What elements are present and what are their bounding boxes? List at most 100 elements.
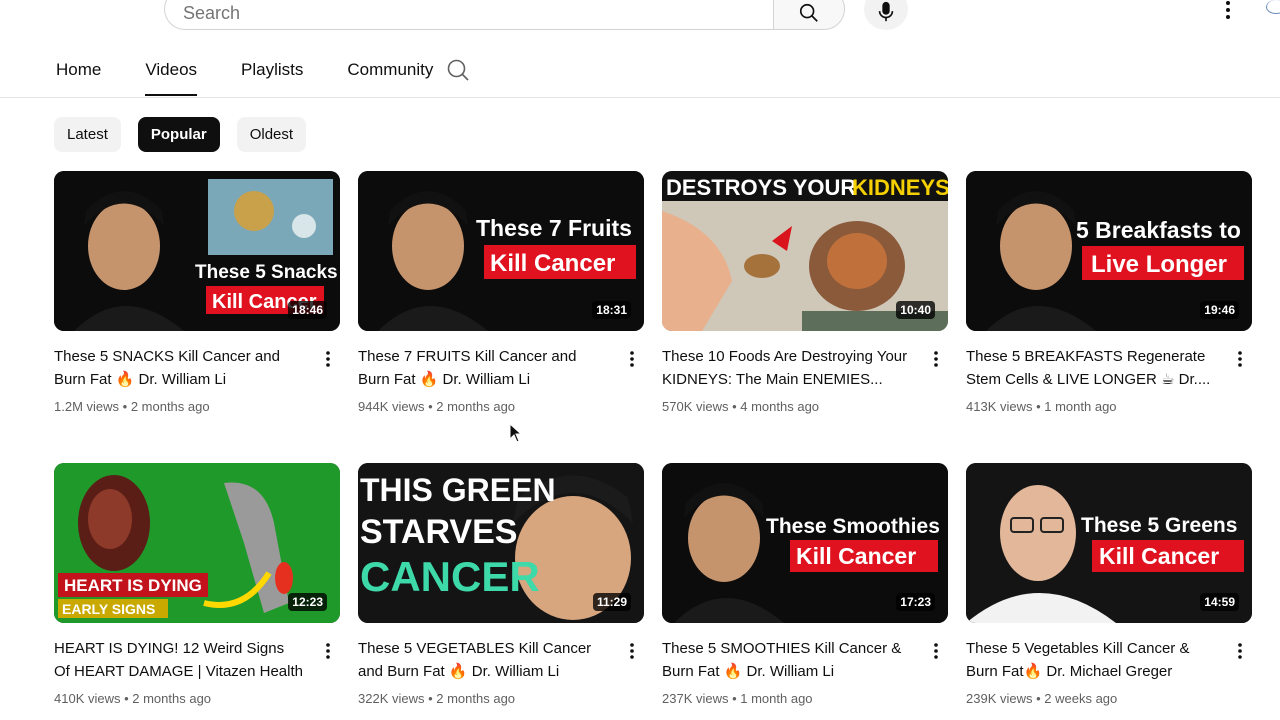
tab-playlists[interactable]: Playlists [241,58,303,82]
sort-chips: Latest Popular Oldest [54,117,323,152]
upload-age: 1 month ago [1044,399,1117,414]
vertical-dots-icon [934,643,938,659]
video-card[interactable]: These 5 Snacks Kill Cancer 18:46 These 5… [54,171,340,414]
thumbnail-text: HEART IS DYING [64,576,202,595]
view-count: 410K views [54,691,121,706]
channel-search-button[interactable] [446,58,470,87]
video-duration: 19:46 [1200,301,1239,319]
tabs-divider [0,97,1280,98]
upload-age: 1 month ago [740,691,813,706]
search-placeholder: Search [183,2,241,23]
tab-videos[interactable]: Videos [145,58,197,96]
video-menu-button[interactable] [318,641,338,661]
video-title[interactable]: These 5 SMOOTHIES Kill Cancer & Burn Fat… [662,637,912,683]
video-card[interactable]: THIS GREEN STARVES CANCER 11:29 These 5 … [358,463,644,706]
video-duration: 14:59 [1200,593,1239,611]
video-duration: 12:23 [288,593,327,611]
video-meta: 1.2M views • 2 months ago [54,399,210,414]
video-duration: 18:46 [288,301,327,319]
view-count: 413K views [966,399,1033,414]
thumbnail-text: Kill Cancer [490,250,615,277]
video-menu-button[interactable] [926,641,946,661]
thumbnail-text: EARLY SIGNS [62,601,155,617]
video-title[interactable]: These 5 BREAKFASTS Regenerate Stem Cells… [966,345,1216,391]
microphone-icon [878,1,894,22]
vertical-dots-icon [326,351,330,367]
tab-home[interactable]: Home [56,58,101,82]
video-meta: 413K views • 1 month ago [966,399,1117,414]
thumbnail-text: DESTROYS YOUR [666,175,856,200]
video-card[interactable]: HEART IS DYING EARLY SIGNS 12:23 HEART I… [54,463,340,706]
video-thumbnail[interactable]: DESTROYS YOUR KIDNEYS 10:40 [662,171,948,331]
view-count: 570K views [662,399,729,414]
search-icon [799,3,818,22]
vertical-dots-icon [326,643,330,659]
thumbnail-text: These 5 Snacks [195,262,338,283]
video-menu-button[interactable] [926,349,946,369]
video-thumbnail[interactable]: These 5 Snacks Kill Cancer 18:46 [54,171,340,331]
video-thumbnail[interactable]: HEART IS DYING EARLY SIGNS 12:23 [54,463,340,623]
thumbnail-text: These Smoothies [766,515,940,538]
chip-latest[interactable]: Latest [54,117,121,152]
video-menu-button[interactable] [1230,641,1250,661]
thumbnail-text: CANCER [360,553,540,600]
video-menu-button[interactable] [1230,349,1250,369]
video-duration: 18:31 [592,301,631,319]
vertical-dots-icon [934,351,938,367]
video-title[interactable]: HEART IS DYING! 12 Weird Signs Of HEART … [54,637,304,683]
video-card[interactable]: 5 Breakfasts to Live Longer 19:46 These … [966,171,1252,414]
video-meta: 322K views • 2 months ago [358,691,516,706]
channel-tabs: Home Videos Playlists Community [56,58,477,96]
video-thumbnail[interactable]: These Smoothies Kill Cancer 17:23 [662,463,948,623]
video-meta: 237K views • 1 month ago [662,691,813,706]
thumbnail-text: Kill Cancer [796,543,916,569]
video-title[interactable]: These 10 Foods Are Destroying Your KIDNE… [662,345,912,391]
video-menu-button[interactable] [318,349,338,369]
view-count: 239K views [966,691,1033,706]
thumbnail-text: 5 Breakfasts to [1076,217,1241,243]
video-thumbnail[interactable]: THIS GREEN STARVES CANCER 11:29 [358,463,644,623]
video-meta: 239K views • 2 weeks ago [966,691,1118,706]
search-input[interactable]: Search [164,0,774,30]
thumbnail-text: THIS GREEN [360,472,556,508]
video-card[interactable]: These 5 Greens Kill Cancer 14:59 These 5… [966,463,1252,706]
view-count: 1.2M views [54,399,120,414]
view-count: 322K views [358,691,425,706]
tab-community[interactable]: Community [347,58,433,82]
video-thumbnail[interactable]: 5 Breakfasts to Live Longer 19:46 [966,171,1252,331]
upload-age: 2 months ago [436,399,516,414]
video-title[interactable]: These 5 SNACKS Kill Cancer and Burn Fat … [54,345,304,391]
video-menu-button[interactable] [622,349,642,369]
video-meta: 410K views • 2 months ago [54,691,212,706]
video-card[interactable]: These Smoothies Kill Cancer 17:23 These … [662,463,948,706]
thumbnail-text: Kill Cancer [1099,543,1219,569]
voice-search-button[interactable] [864,0,908,30]
video-card[interactable]: DESTROYS YOUR KIDNEYS 10:40 These 10 Foo… [662,171,948,414]
vertical-dots-icon [1226,1,1230,19]
video-meta: 570K views • 4 months ago [662,399,820,414]
vertical-dots-icon [630,643,634,659]
view-count: 944K views [358,399,425,414]
chip-oldest[interactable]: Oldest [236,117,307,152]
settings-more-button[interactable] [1216,0,1240,20]
video-title[interactable]: These 5 VEGETABLES Kill Cancer and Burn … [358,637,608,683]
video-meta: 944K views • 2 months ago [358,399,516,414]
upload-age: 2 weeks ago [1044,691,1118,706]
thumbnail-text: Live Longer [1091,251,1227,278]
view-count: 237K views [662,691,729,706]
search-icon [447,59,469,81]
video-duration: 17:23 [896,593,935,611]
vertical-dots-icon [1238,643,1242,659]
video-title[interactable]: These 5 Vegetables Kill Cancer & Burn Fa… [966,637,1216,683]
video-thumbnail[interactable]: These 7 Fruits Kill Cancer 18:31 [358,171,644,331]
search-button[interactable] [773,0,845,30]
upload-age: 2 months ago [130,399,210,414]
video-title[interactable]: These 7 FRUITS Kill Cancer and Burn Fat … [358,345,608,391]
chip-popular[interactable]: Popular [137,117,220,152]
video-menu-button[interactable] [622,641,642,661]
video-thumbnail[interactable]: These 5 Greens Kill Cancer 14:59 [966,463,1252,623]
account-avatar[interactable] [1266,0,1280,14]
thumbnail-text: KIDNEYS [852,175,948,200]
video-card[interactable]: These 7 Fruits Kill Cancer 18:31 These 7… [358,171,644,414]
thumbnail-text: These 5 Greens [1081,514,1237,537]
